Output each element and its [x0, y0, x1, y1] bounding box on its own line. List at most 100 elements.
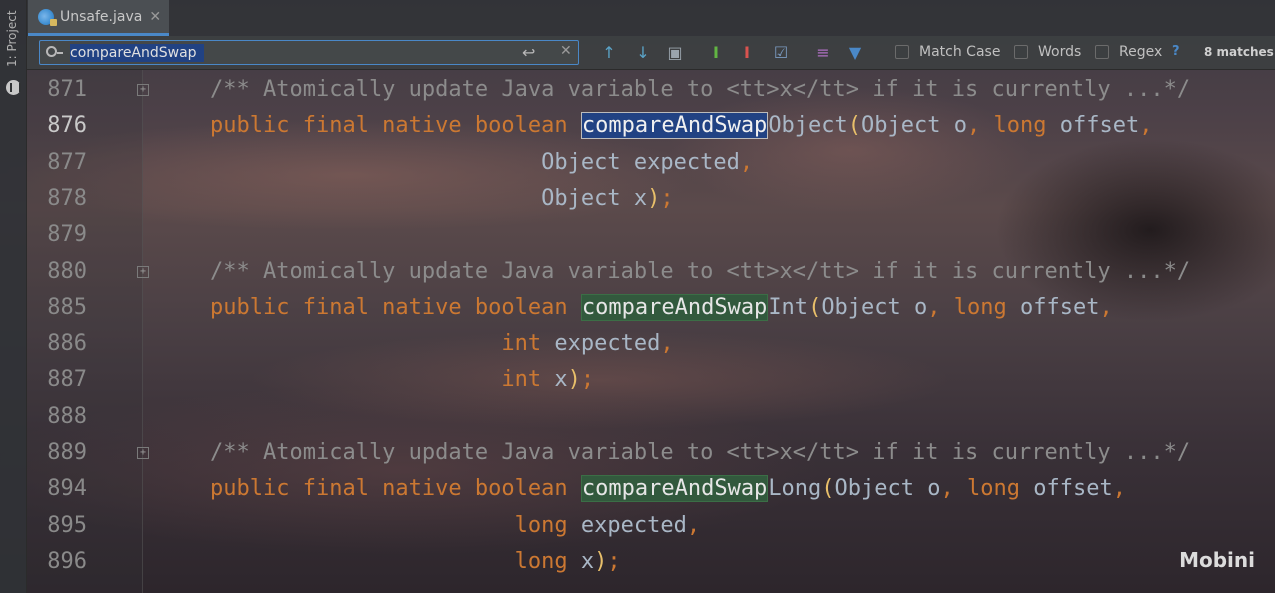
previous-occurrence-icon[interactable]: ↑ [599, 43, 619, 63]
words-checkbox[interactable] [1014, 45, 1028, 59]
line-number: 895 [47, 512, 87, 538]
code-token: long [514, 548, 581, 574]
code-line[interactable]: 880 + /** Atomically update Java variable … [27, 254, 1275, 290]
clear-search-icon[interactable]: ✕ [560, 43, 572, 59]
code-editor[interactable]: 871 + /** Atomically update Java variable … [27, 70, 1275, 593]
watermark: Mobini [1179, 548, 1255, 572]
code-token: , [739, 149, 754, 175]
filter-icon[interactable]: ≡ [813, 43, 833, 63]
code-token: ( [821, 476, 835, 502]
code-token: long [514, 512, 581, 538]
search-field-container: ↩ ✕ [39, 40, 579, 65]
line-number: 871 [47, 77, 87, 102]
code-token: , [660, 331, 674, 357]
line-number: 879 [47, 222, 87, 248]
line-number: 888 [47, 403, 87, 429]
code-token: /** Atomically update Java variable to <… [210, 258, 1191, 284]
add-occurrence-icon[interactable]: I [706, 43, 726, 63]
remove-occurrence-icon[interactable]: I [737, 43, 757, 63]
line-number: 886 [47, 331, 87, 357]
search-input[interactable] [70, 42, 510, 63]
code-token: expected [554, 331, 661, 357]
editor-tab-bar: Unsafe.java ✕ [27, 0, 1275, 36]
code-token: ) [594, 548, 608, 574]
code-token: ) [647, 185, 661, 211]
code-token: , [1099, 294, 1113, 320]
next-occurrence-icon[interactable]: ↓ [633, 43, 653, 63]
code-token: , [1139, 113, 1153, 139]
code-line[interactable]: 877 Object expected, [27, 145, 1275, 181]
code-line[interactable]: 895 long expected, [27, 508, 1275, 544]
code-token: offset [1059, 113, 1140, 139]
code-token: Int [768, 294, 809, 320]
fold-toggle-icon[interactable]: + [137, 265, 149, 278]
code-token: long [967, 476, 1034, 502]
code-text: long x); [210, 544, 621, 580]
code-token: /** Atomically update Java variable to <… [210, 440, 1191, 465]
funnel-icon[interactable]: ▼ [845, 43, 865, 63]
code-text: int expected, [210, 326, 674, 362]
regex-checkbox[interactable] [1095, 45, 1109, 59]
line-number: 880 [47, 258, 87, 284]
code-token: Long [768, 476, 822, 502]
words-label: Words [1038, 44, 1082, 60]
code-line[interactable]: 879 [27, 217, 1275, 253]
code-token: , [940, 476, 968, 502]
project-tool-window-button[interactable]: 1: Project [5, 10, 21, 80]
code-token: ; [660, 185, 674, 211]
code-line[interactable]: 886 int expected, [27, 326, 1275, 362]
code-line[interactable]: 871 + /** Atomically update Java variable … [27, 72, 1275, 108]
code-line[interactable]: 888 [27, 399, 1275, 435]
tab-unsafe-java[interactable]: Unsafe.java ✕ [28, 0, 169, 36]
code-token: public final native boolean [210, 294, 581, 320]
code-token: offset [1033, 476, 1113, 502]
line-number: 877 [47, 149, 87, 175]
code-line[interactable]: 896 long x); [27, 544, 1275, 580]
code-line[interactable]: 876 public final native boolean compareAn… [27, 108, 1275, 144]
search-icon[interactable] [46, 46, 63, 57]
project-icon[interactable] [6, 80, 21, 95]
code-token: public final native boolean [210, 113, 581, 139]
regex-option[interactable]: Regex [1095, 44, 1162, 60]
code-token: Object o [834, 476, 941, 502]
code-text: public final native boolean compareAndSw… [210, 108, 1152, 144]
match-count: 8 matches [1204, 45, 1274, 59]
code-token: , [967, 113, 994, 139]
fold-toggle-icon[interactable]: + [137, 447, 149, 459]
code-text: public final native boolean compareAndSw… [210, 290, 1113, 326]
code-token: ; [607, 548, 621, 574]
select-all-occurrences-icon[interactable]: ☑ [771, 43, 791, 63]
code-line[interactable]: 887 int x); [27, 362, 1275, 398]
regex-help-link[interactable]: ? [1172, 44, 1180, 59]
match-case-checkbox[interactable] [895, 45, 909, 59]
close-icon[interactable]: ✕ [149, 9, 161, 25]
code-line[interactable]: 878 Object x); [27, 181, 1275, 217]
code-line[interactable]: 889 + /** Atomically update Java variable … [27, 435, 1275, 471]
code-line[interactable]: 885 public final native boolean compareAn… [27, 290, 1275, 326]
regex-label: Regex [1119, 44, 1163, 60]
fold-toggle-icon[interactable]: + [137, 84, 149, 96]
code-token: Object x [541, 185, 648, 211]
code-token: Object expected [541, 149, 740, 175]
line-number: 887 [47, 367, 87, 393]
code-text: /** Atomically update Java variable to <… [210, 72, 1190, 108]
code-text: long expected, [210, 508, 700, 544]
match-case-option[interactable]: Match Case [895, 44, 1000, 60]
code-token: ( [808, 294, 822, 320]
code-text: int x); [210, 362, 594, 398]
newline-icon[interactable]: ↩ [522, 43, 535, 62]
code-token: public final native boolean [210, 476, 581, 502]
code-text: Object expected, [210, 145, 753, 181]
show-all-occurrences-icon[interactable]: ▣ [665, 43, 685, 63]
code-token: x [580, 548, 595, 574]
code-token: Object o [861, 113, 968, 139]
words-option[interactable]: Words [1014, 44, 1081, 60]
code-line[interactable]: 894 public final native boolean compareAn… [27, 471, 1275, 507]
find-toolbar: ↩ ✕ ↑ ↓ ▣ I I ☑ ≡ ▼ Match Case Words Reg… [27, 36, 1275, 70]
line-number: 896 [47, 548, 87, 574]
code-token: Object o [821, 294, 928, 320]
